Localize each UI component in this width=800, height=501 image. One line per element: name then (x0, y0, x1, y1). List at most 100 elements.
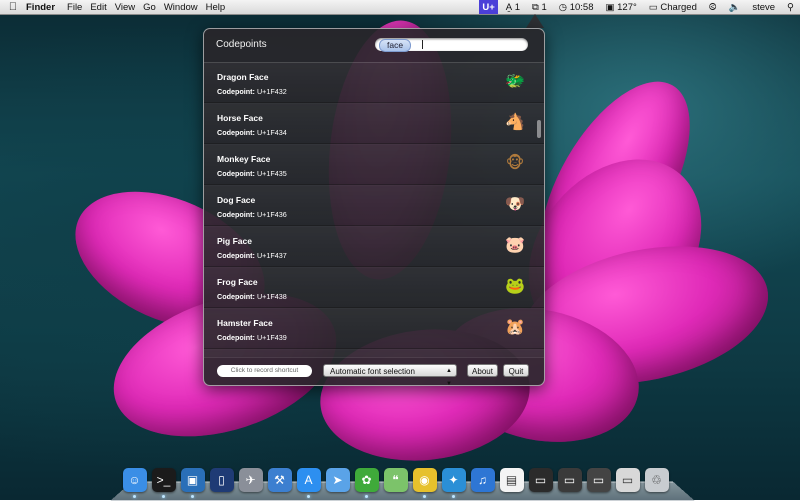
popover-header: Codepoints face (204, 29, 544, 63)
dock-item-window-1[interactable]: ▭ (528, 468, 553, 492)
list-scrollbar[interactable] (537, 120, 541, 138)
apple-icon[interactable]:  (0, 1, 26, 13)
search-input[interactable]: face (375, 38, 528, 52)
dock-item-adium[interactable]: ✿ (354, 468, 379, 498)
menu-help[interactable]: Help (206, 2, 234, 13)
list-item[interactable]: Monkey Face Codepoint: U+1F435 🐵 (204, 144, 544, 185)
volume-icon[interactable]: 🔈 (722, 0, 746, 14)
dock-item-xcode-simulator[interactable]: ▯ (209, 468, 234, 492)
codepoint-label: Codepoint: (217, 292, 255, 301)
dock-item-terminal[interactable]: >_ (151, 468, 176, 498)
spotlight-search-icon[interactable]: ⚲ (781, 0, 800, 14)
codepoint-label: Codepoint: (217, 251, 255, 260)
list-item[interactable]: Dragon Face Codepoint: U+1F432 🐲 (204, 62, 544, 103)
search-token[interactable]: face (379, 39, 412, 52)
list-item[interactable]: Pig Face Codepoint: U+1F437 🐷 (204, 226, 544, 267)
chrome-icon: ◉ (419, 473, 430, 487)
virtualbox-icon: ▣ (186, 473, 199, 487)
dock-item-itunes[interactable]: ♫ (470, 468, 495, 492)
codepoint-list[interactable]: Dragon Face Codepoint: U+1F432 🐲 Horse Face… (204, 62, 544, 357)
temperature-value: 127° (617, 1, 637, 13)
dock-item-messages[interactable]: ❝ (383, 468, 408, 492)
dock-item-launchpad[interactable]: ✈ (238, 468, 263, 492)
display-icon: ⧉ (532, 1, 539, 13)
dock-item-trash[interactable]: ♲ (644, 468, 669, 492)
list-item[interactable]: Dog Face Codepoint: U+1F436 🐶 (204, 185, 544, 226)
item-codepoint: Codepoint: U+1F434 (217, 128, 287, 137)
terminal-icon: >_ (156, 473, 171, 487)
emoji-glyph-icon: 🐹 (505, 319, 525, 336)
wifi-icon[interactable]: ⧀ (703, 0, 723, 14)
font-selection-dropdown[interactable]: Automatic font selection ▲ ▼ (323, 364, 457, 385)
list-item[interactable]: Horse Face Codepoint: U+1F434 🐴 (204, 103, 544, 144)
battery-text: Charged (660, 1, 697, 13)
item-codepoint: Codepoint: U+1F439 (217, 333, 287, 342)
quit-button[interactable]: Quit (503, 364, 529, 377)
battery-icon: ▭ (648, 1, 658, 13)
dock-item-app-store[interactable]: A (296, 468, 321, 498)
menu-view[interactable]: View (115, 2, 143, 13)
running-indicator (451, 495, 455, 498)
font-status-item[interactable]: A̱ 1 (500, 0, 526, 14)
clock-status-item[interactable]: ◷ 10:58 (553, 0, 600, 14)
menu-app-name[interactable]: Finder (26, 2, 67, 13)
item-codepoint: Codepoint: U+1F438 (217, 292, 287, 301)
item-name: Dog Face (217, 195, 256, 205)
menu-bar:  Finder File Edit View Go Window Help U… (0, 0, 800, 15)
about-button[interactable]: About (467, 364, 498, 377)
running-indicator (422, 495, 426, 498)
clock-time: 10:58 (569, 1, 594, 13)
item-codepoint: Codepoint: U+1F435 (217, 169, 287, 178)
dock-item-twitter[interactable]: ✦ (441, 468, 466, 498)
dock-item-document[interactable]: ▤ (499, 468, 524, 492)
list-item[interactable]: Wolf FaceCodepoint: U+1F43A🐺 (204, 349, 544, 357)
chip-icon: ▣ (605, 1, 615, 13)
menu-file[interactable]: File (67, 2, 90, 13)
codepoint-value: U+1F439 (256, 333, 287, 342)
duck-icon: ✿ (361, 473, 372, 487)
menu-go[interactable]: Go (143, 2, 164, 13)
popover-title: Codepoints (216, 39, 267, 50)
codepoints-popover: Codepoints face Dragon Face Codepoint: U+… (203, 28, 545, 386)
battery-status-item[interactable]: ▭ Charged (643, 0, 703, 14)
trash-icon: ♲ (651, 473, 662, 487)
emoji-glyph-icon: 🐵 (505, 155, 525, 172)
document-icon: ▤ (505, 473, 518, 487)
running-indicator (190, 495, 194, 498)
menu-window[interactable]: Window (164, 2, 206, 13)
temperature-status-item[interactable]: ▣ 127° (600, 0, 643, 14)
dock-item-window-3[interactable]: ▭ (586, 468, 611, 492)
dock-item-xcode[interactable]: ⚒ (267, 468, 292, 492)
window-icon: ▭ (621, 473, 634, 487)
dock-item-window-2[interactable]: ▭ (557, 468, 582, 492)
status-area: U+ A̱ 1 ⧉ 1 ◷ 10:58 ▣ 127° ▭ Charged ⧀ 🔈… (479, 0, 800, 14)
window-icon: ▭ (534, 473, 547, 487)
list-item[interactable]: Frog Face Codepoint: U+1F438 🐸 (204, 267, 544, 308)
codepoint-value: U+1F436 (256, 210, 287, 219)
item-codepoint: Codepoint: U+1F432 (217, 87, 287, 96)
dock-item-window-4[interactable]: ▭ (615, 468, 640, 492)
item-codepoint: Codepoint: U+1F437 (217, 251, 287, 260)
window-icon: ▭ (592, 473, 605, 487)
menu-edit[interactable]: Edit (90, 2, 114, 13)
item-codepoint: Codepoint: U+1F436 (217, 210, 287, 219)
appstore-icon: A (304, 473, 313, 487)
emoji-glyph-icon: 🐸 (505, 278, 525, 295)
uplus-status-item[interactable]: U+ (479, 0, 498, 14)
bird-icon: ✦ (448, 473, 459, 487)
list-item[interactable]: Hamster Face Codepoint: U+1F439 🐹 (204, 308, 544, 349)
display-status-item[interactable]: ⧉ 1 (526, 0, 553, 14)
item-name: Frog Face (217, 277, 258, 287)
dock-item-cursor[interactable]: ➤ (325, 468, 350, 492)
dock-item-finder[interactable]: ☺ (122, 468, 147, 498)
codepoint-value: U+1F435 (256, 169, 287, 178)
item-name: Dragon Face (217, 72, 269, 82)
user-menu[interactable]: steve (746, 0, 781, 14)
dock-item-virtualbox[interactable]: ▣ (180, 468, 205, 498)
item-name: Horse Face (217, 113, 263, 123)
font-selection-value: Automatic font selection (330, 367, 415, 376)
finder-icon: ☺ (128, 473, 141, 487)
dock-item-chrome[interactable]: ◉ (412, 468, 437, 498)
record-shortcut-field[interactable]: Click to record shortcut (217, 365, 312, 377)
emoji-glyph-icon: 🐶 (505, 196, 525, 213)
